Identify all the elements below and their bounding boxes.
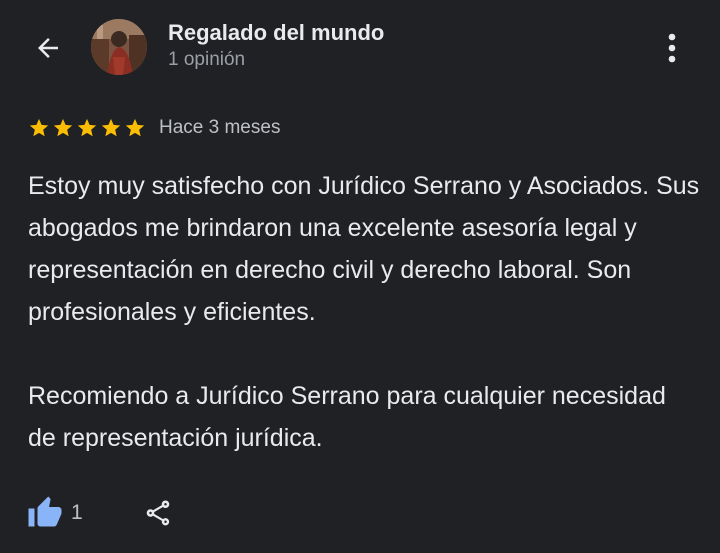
reviewer-review-count: 1 opinión [168,49,246,70]
star-icon [101,118,121,137]
more-vert-icon [668,33,676,63]
star-icon [77,118,97,137]
thumb-up-icon [28,496,62,527]
arrow-back-icon [38,38,58,58]
avatar[interactable] [91,19,147,75]
share-icon [146,500,170,526]
review-paragraph-1: Estoy muy satisfecho con Jurídico Serran… [28,172,700,326]
more-options-button[interactable] [652,26,692,70]
star-icon [125,118,145,137]
like-button[interactable]: 1 [27,495,83,531]
star-rating [28,117,146,139]
back-button[interactable] [26,26,70,70]
share-button[interactable] [140,494,176,532]
profile-photo [91,19,147,75]
review-text: Estoy muy satisfecho con Jurídico Serran… [28,165,700,459]
review-rating-row: Hace 3 meses [28,115,280,141]
reviewer-name[interactable]: Regalado del mundo [168,20,384,46]
review-date: Hace 3 meses [159,117,281,138]
star-icon [53,118,73,137]
star-icon [29,118,49,137]
like-count: 1 [71,501,83,524]
review-paragraph-2: Recomiendo a Jurídico Serrano para cualq… [28,382,666,452]
